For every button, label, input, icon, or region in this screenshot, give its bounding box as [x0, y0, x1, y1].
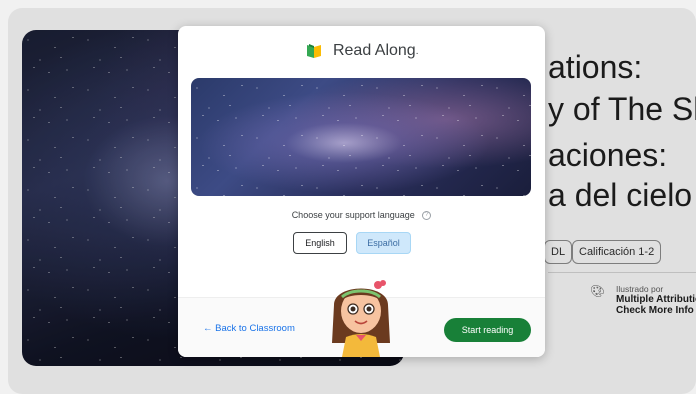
girl-mascot-illustration [332, 280, 390, 357]
back-to-classroom-link[interactable]: ← Back to Classroom [203, 323, 295, 334]
brand-name: Read Along [332, 42, 416, 59]
language-dialog: Read Along. Choose your support language… [178, 26, 545, 357]
english-button[interactable]: English [293, 232, 347, 254]
support-language-label: Choose your support language [291, 210, 415, 220]
help-icon[interactable]: ? [422, 211, 432, 221]
espanol-button[interactable]: Español [356, 232, 411, 254]
banner-stars [191, 78, 531, 196]
read-along-brand: Read Along. [178, 42, 545, 66]
read-along-logo-icon [305, 42, 323, 60]
book-banner-image [191, 78, 531, 196]
support-language-row: Choose your support language ? [178, 210, 545, 221]
start-reading-button[interactable]: Start reading [444, 318, 531, 342]
brand-suffix: . [415, 45, 419, 57]
